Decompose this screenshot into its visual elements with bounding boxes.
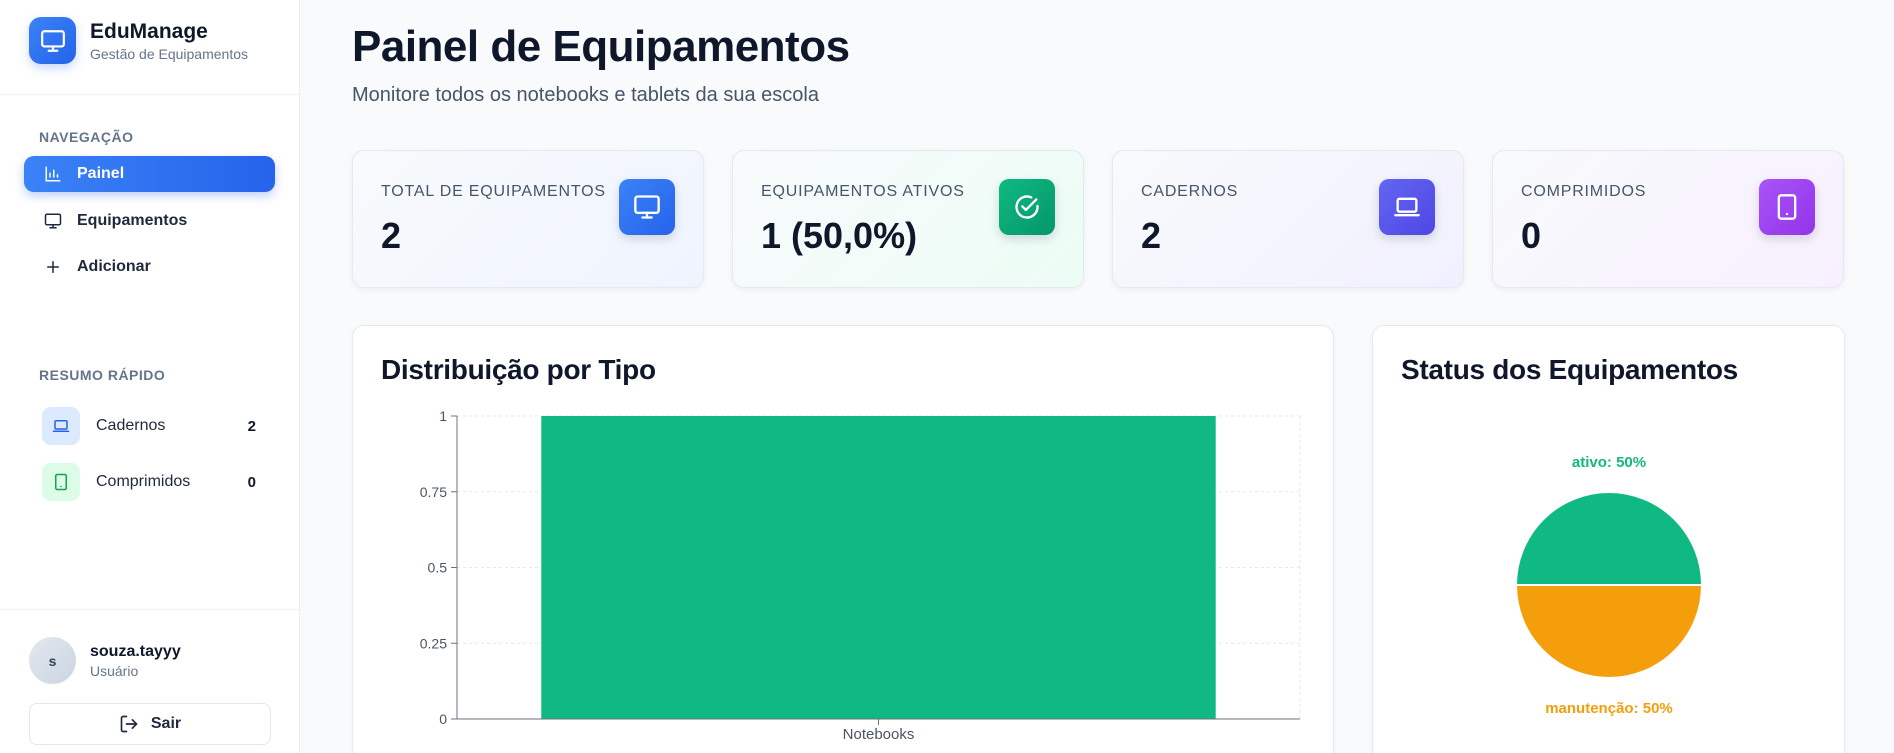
monitor-icon: [619, 179, 675, 235]
y-tick-label: 1: [439, 408, 447, 424]
summary-label: Cadernos: [96, 417, 166, 434]
monitor-icon: [29, 17, 76, 64]
y-tick-label: 0.75: [420, 484, 447, 500]
y-tick-label: 0: [439, 711, 447, 727]
user-role: Usuário: [90, 662, 139, 679]
summary-count: 0: [247, 473, 256, 491]
laptop-icon: [42, 407, 80, 445]
status-panel: Status dos Equipamentos ativo: 50% manute…: [1372, 325, 1845, 753]
monitor-icon: [43, 211, 63, 231]
sidebar-item-adicionar[interactable]: Adicionar: [24, 249, 275, 285]
summary-section-label: RESUMO RÁPIDO: [39, 367, 166, 383]
stat-label: COMPRIMIDOS: [1521, 183, 1647, 200]
brand-subtitle: Gestão de Equipamentos: [90, 45, 248, 62]
summary-label: Comprimidos: [96, 473, 191, 490]
summary-item-cadernos[interactable]: Cadernos 2: [42, 407, 256, 445]
y-tick-label: 0.5: [428, 560, 448, 576]
stat-label: EQUIPAMENTOS ATIVOS: [761, 183, 965, 200]
sidebar-item-label: Painel: [77, 165, 125, 182]
stat-card-ativos: EQUIPAMENTOS ATIVOS 1 (50,0%): [732, 150, 1084, 288]
user-profile[interactable]: s souza.tayyy Usuário: [29, 637, 181, 684]
stat-value: 2: [1141, 215, 1162, 256]
avatar: s: [29, 637, 76, 684]
sidebar-item-equipamentos[interactable]: Equipamentos: [24, 203, 275, 239]
divider: [0, 609, 299, 610]
stat-value: 0: [1521, 215, 1542, 256]
stat-card-comprimidos: COMPRIMIDOS 0: [1492, 150, 1844, 288]
page-subtitle: Monitore todos os notebooks e tablets da…: [352, 84, 819, 106]
pie-slice: [1514, 584, 1704, 679]
check-circle-icon: [999, 179, 1055, 235]
divider: [0, 94, 299, 95]
user-name: souza.tayyy: [90, 642, 181, 660]
sidebar-item-painel[interactable]: Painel: [24, 156, 275, 192]
pie-chart: ativo: 50% manutenção: 50%: [1514, 454, 1704, 717]
pie-label: ativo: 50%: [1572, 454, 1646, 471]
sidebar-item-label: Adicionar: [77, 258, 151, 275]
plus-icon: [43, 257, 63, 277]
sidebar: EduManage Gestão de Equipamentos NAVEGAÇ…: [0, 0, 300, 753]
brand-title: EduManage: [90, 19, 208, 43]
logout-label: Sair: [150, 715, 182, 732]
y-tick-label: 0.25: [420, 635, 447, 651]
logout-icon: [119, 714, 139, 734]
bar: [541, 416, 1216, 719]
tablet-icon: [42, 463, 80, 501]
sidebar-item-label: Equipamentos: [77, 212, 188, 229]
stat-value: 1 (50,0%): [761, 215, 918, 256]
brand[interactable]: EduManage Gestão de Equipamentos: [29, 17, 248, 64]
pie-label: manutenção: 50%: [1545, 700, 1673, 717]
page-title: Painel de Equipamentos: [352, 22, 850, 71]
laptop-icon: [1379, 179, 1435, 235]
type-distribution-panel: Distribuição por Tipo 0 0.25 0.5 0.75 1 Noteb…: [352, 325, 1334, 753]
nav-section-label: NAVEGAÇÃO: [39, 129, 134, 145]
logout-button[interactable]: Sair: [29, 703, 271, 745]
pie-slice: [1514, 491, 1704, 586]
tablet-icon: [1759, 179, 1815, 235]
summary-count: 2: [247, 417, 256, 435]
bar-chart-icon: [43, 164, 63, 184]
x-tick-label: Notebooks: [843, 726, 915, 743]
stat-label: TOTAL DE EQUIPAMENTOS: [381, 183, 606, 200]
stat-card-cadernos: CADERNOS 2: [1112, 150, 1464, 288]
stat-label: CADERNOS: [1141, 183, 1239, 200]
summary-item-comprimidos[interactable]: Comprimidos 0: [42, 463, 256, 501]
stat-card-total: TOTAL DE EQUIPAMENTOS 2: [352, 150, 704, 288]
bar-chart: 0 0.25 0.5 0.75 1 Notebooks: [420, 408, 1301, 743]
stat-value: 2: [381, 215, 402, 256]
